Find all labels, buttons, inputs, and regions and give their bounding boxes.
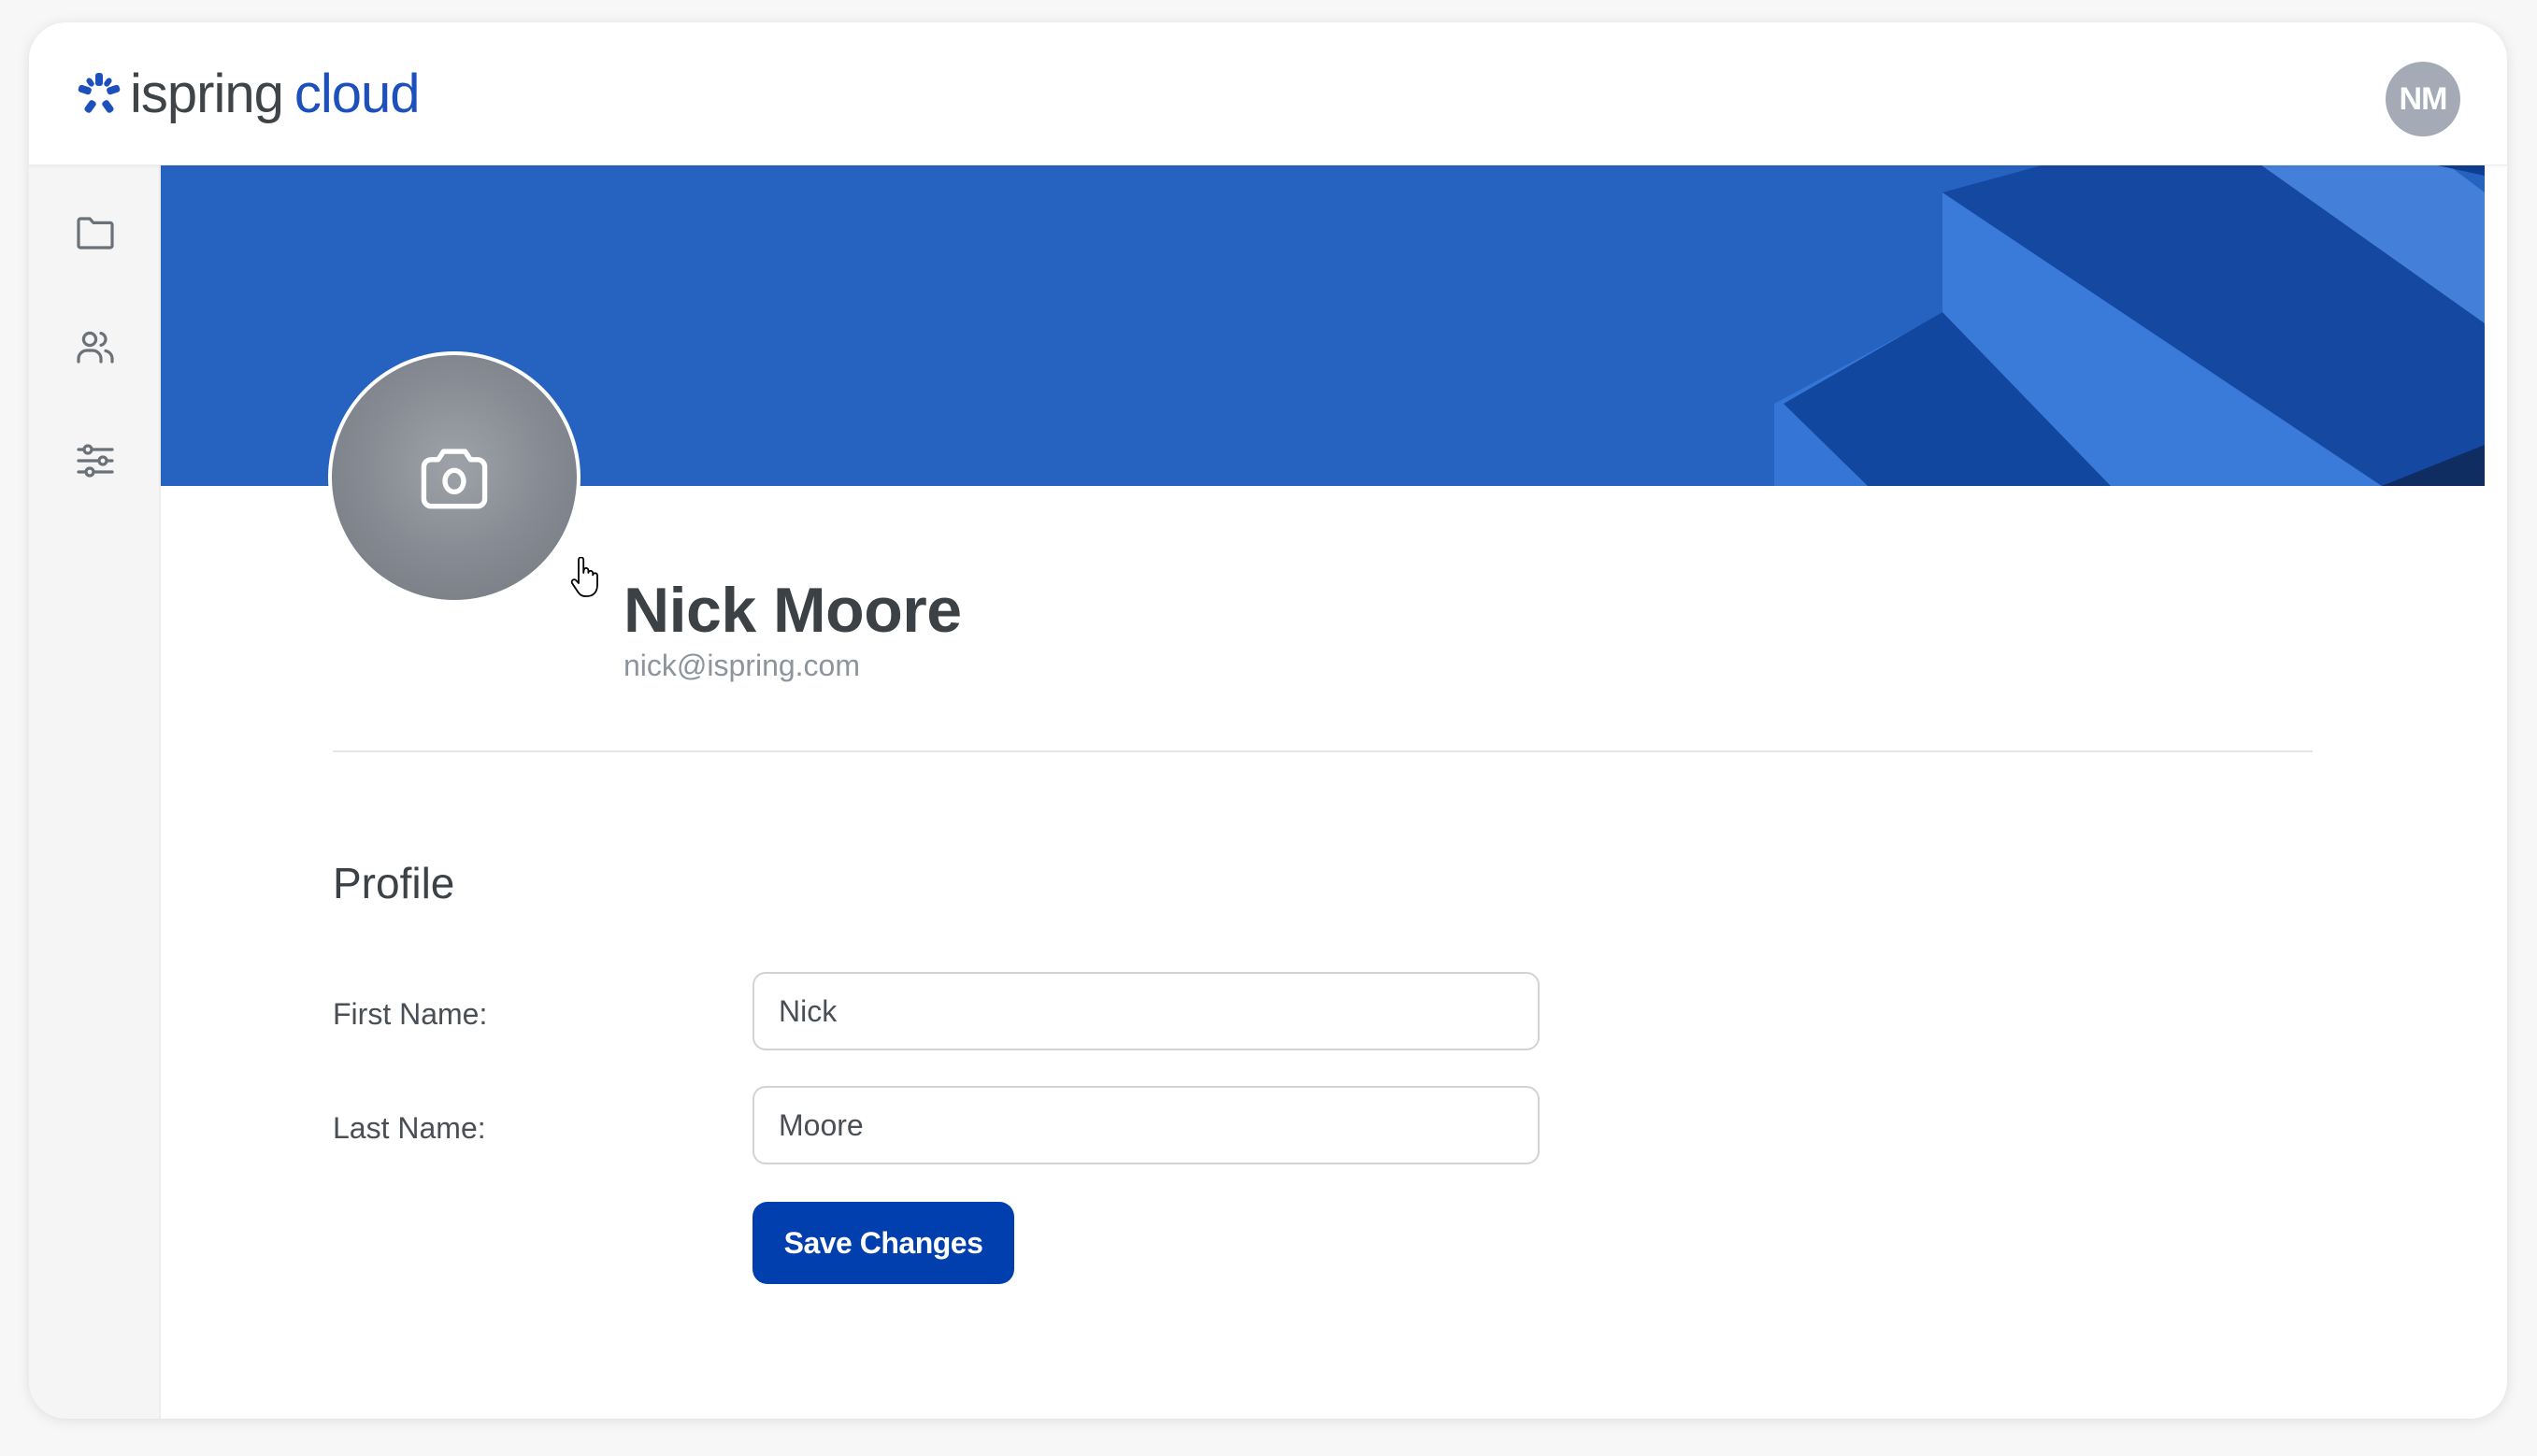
last-name-label: Last Name:: [333, 1111, 486, 1145]
last-name-input[interactable]: [752, 1086, 1540, 1164]
profile-photo-placeholder: [332, 355, 577, 600]
user-initials: NM: [2399, 80, 2448, 117]
logo-text: ispring cloud: [130, 64, 421, 124]
sidebar-item-settings[interactable]: [64, 430, 126, 492]
profile-photo-upload[interactable]: [328, 351, 580, 604]
divider: [333, 750, 2313, 752]
logo-text-secondary: cloud: [294, 64, 421, 124]
profile-name: Nick Moore: [624, 575, 962, 646]
ispring-logo-icon: [78, 73, 121, 113]
top-header: ispring cloud NM: [29, 22, 2507, 165]
first-name-label: First Name:: [333, 997, 488, 1031]
folder-icon: [77, 217, 114, 250]
user-avatar-button[interactable]: NM: [2386, 62, 2460, 136]
users-icon: [77, 331, 114, 364]
app-window: ispring cloud NM Nick Moore nick@ispring…: [29, 22, 2507, 1419]
ispring-cloud-logo[interactable]: ispring cloud: [76, 64, 421, 124]
sidebar-item-users[interactable]: [64, 316, 126, 378]
hand-cursor-icon: [570, 557, 598, 597]
sidebar-item-content[interactable]: [64, 202, 126, 264]
first-name-input[interactable]: [752, 972, 1540, 1050]
camera-icon: [421, 449, 488, 509]
sliders-icon: [77, 444, 114, 478]
sidebar: [29, 164, 161, 1419]
banner-decoration: [1774, 164, 2485, 486]
profile-section-title: Profile: [333, 859, 455, 907]
logo-text-primary: ispring: [130, 64, 284, 124]
profile-email: nick@ispring.com: [624, 649, 860, 682]
save-changes-button[interactable]: Save Changes: [752, 1202, 1014, 1284]
